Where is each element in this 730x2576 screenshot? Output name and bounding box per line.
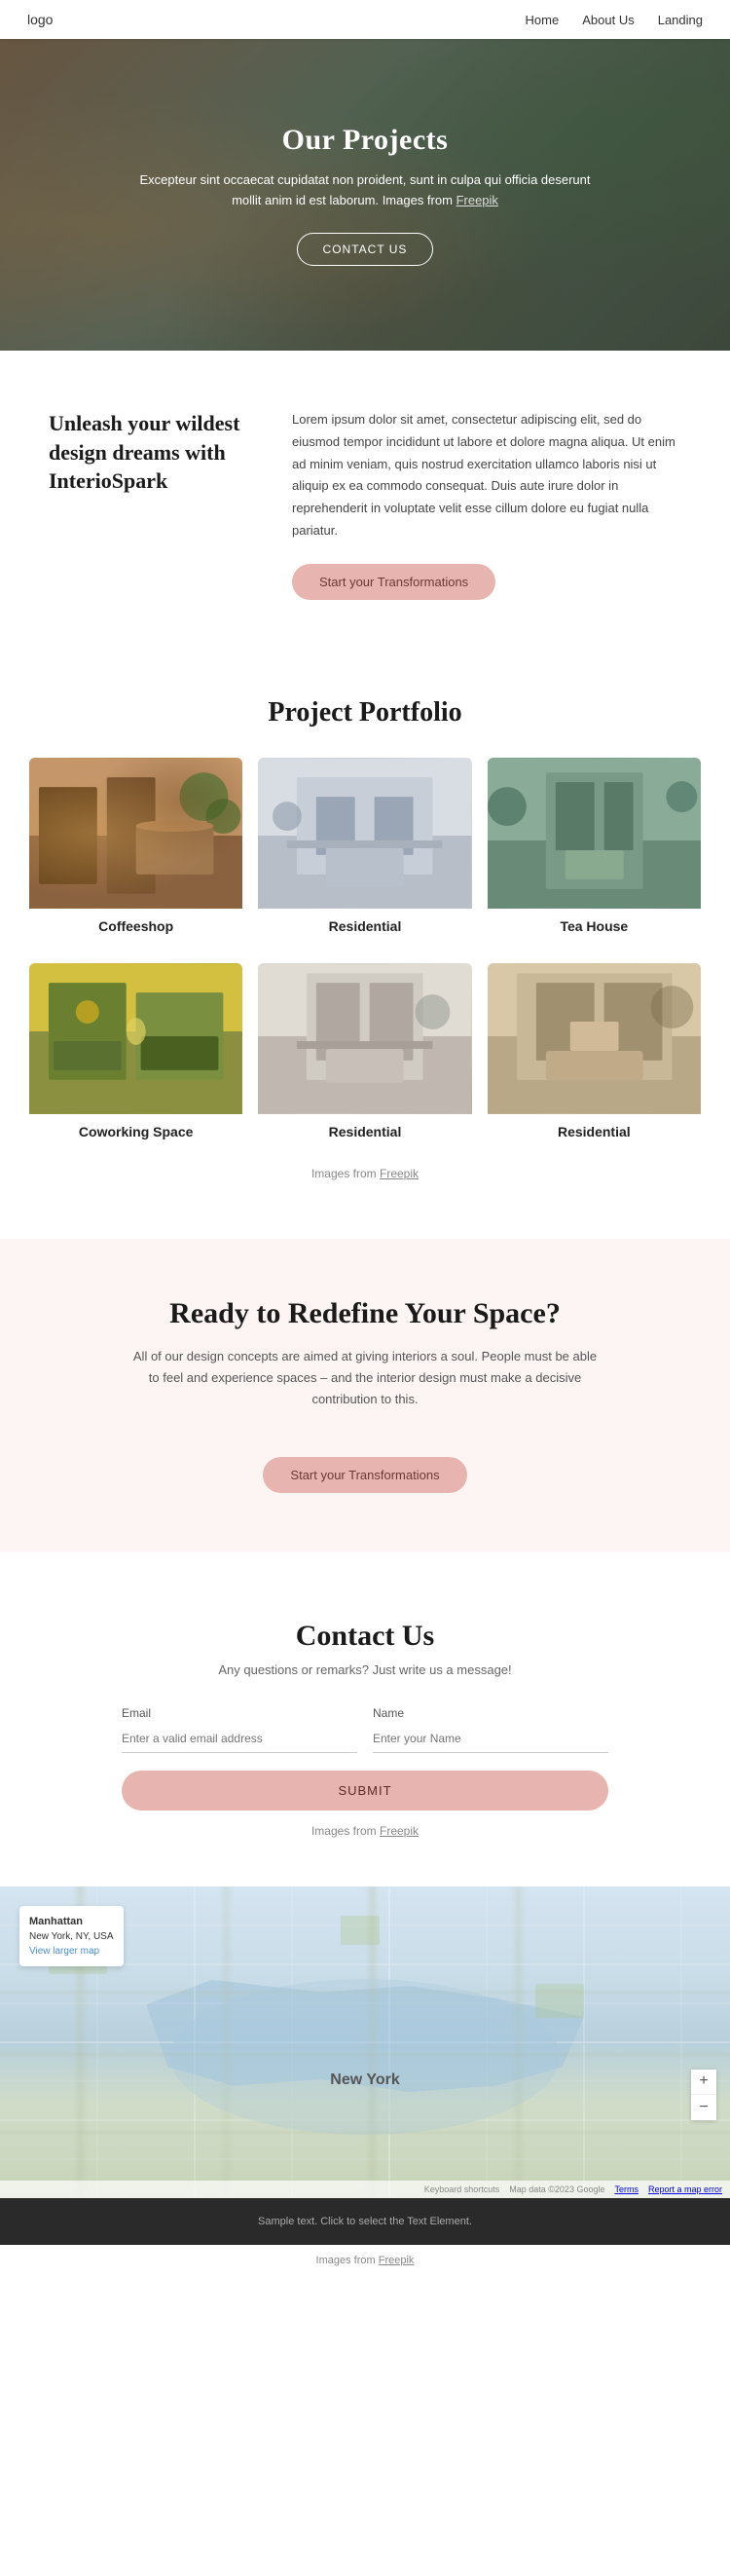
map-zoom-in[interactable]: + — [691, 2070, 716, 2095]
map-report-link[interactable]: Report a map error — [648, 2184, 722, 2194]
map-keyboard-shortcuts: Keyboard shortcuts — [424, 2184, 500, 2194]
name-label: Name — [373, 1706, 608, 1720]
portfolio-item-residential2: Residential — [258, 963, 471, 1153]
portfolio-img-residential3 — [488, 963, 701, 1114]
portfolio-section: Project Portfolio Coffeeshop — [0, 658, 730, 1229]
portfolio-img-teahouse — [488, 758, 701, 909]
contact-section: Contact Us Any questions or remarks? Jus… — [0, 1561, 730, 1886]
email-label: Email — [122, 1706, 357, 1720]
portfolio-item-residential3: Residential — [488, 963, 701, 1153]
portfolio-img-coffeeshop — [29, 758, 242, 909]
footer-sample-text[interactable]: Sample text. Click to select the Text El… — [27, 2216, 703, 2227]
logo: logo — [27, 12, 53, 27]
intro-heading: Unleash your wildest design dreams with … — [49, 409, 253, 496]
portfolio-label-residential2: Residential — [258, 1114, 471, 1153]
intro-left: Unleash your wildest design dreams with … — [49, 409, 253, 496]
intro-cta-button[interactable]: Start your Transformations — [292, 564, 495, 600]
portfolio-img-residential1 — [258, 758, 471, 909]
cta-button[interactable]: Start your Transformations — [263, 1457, 466, 1493]
intro-section: Unleash your wildest design dreams with … — [0, 351, 730, 658]
portfolio-label-residential3: Residential — [488, 1114, 701, 1153]
hero-content: Our Projects Excepteur sint occaecat cup… — [131, 124, 599, 266]
map-pin-title: Manhattan — [29, 1914, 114, 1930]
hero-description: Excepteur sint occaecat cupidatat non pr… — [131, 170, 599, 211]
name-input[interactable] — [373, 1725, 608, 1753]
map-terms-link[interactable]: Terms — [614, 2184, 639, 2194]
portfolio-label-teahouse: Tea House — [488, 909, 701, 948]
portfolio-item-coffeeshop: Coffeeshop — [29, 758, 242, 948]
map-background: Manhattan New York, NY, USA View larger … — [0, 1886, 730, 2198]
contact-freepik-link[interactable]: Freepik — [380, 1824, 419, 1838]
map-section: Manhattan New York, NY, USA View larger … — [0, 1886, 730, 2198]
map-pin: Manhattan New York, NY, USA View larger … — [19, 1906, 124, 1967]
nav-home[interactable]: Home — [526, 13, 560, 27]
form-group-name: Name — [373, 1706, 608, 1753]
nav-about[interactable]: About Us — [582, 13, 634, 27]
portfolio-label-coworking: Coworking Space — [29, 1114, 242, 1153]
hero-cta-button[interactable]: CONTACT US — [297, 233, 434, 266]
contact-form: Email Name SUBMIT — [122, 1706, 608, 1811]
map-zoom-controls: + − — [691, 2070, 716, 2120]
portfolio-img-residential2 — [258, 963, 471, 1114]
hero-section: Our Projects Excepteur sint occaecat cup… — [0, 39, 730, 351]
map-zoom-out[interactable]: − — [691, 2095, 716, 2120]
nav-links: Home About Us Landing — [526, 13, 703, 27]
footer-images: Images from Freepik — [0, 2245, 730, 2276]
email-input[interactable] — [122, 1725, 357, 1753]
form-row: Email Name — [122, 1706, 608, 1753]
footer-freepik-link[interactable]: Freepik — [379, 2255, 415, 2266]
cta-title: Ready to Redefine Your Space? — [78, 1297, 652, 1330]
portfolio-label-residential1: Residential — [258, 909, 471, 948]
portfolio-freepik-link[interactable]: Freepik — [380, 1167, 419, 1180]
portfolio-img-coworking — [29, 963, 242, 1114]
contact-subtitle: Any questions or remarks? Just write us … — [78, 1662, 652, 1677]
nav-landing[interactable]: Landing — [658, 13, 703, 27]
cta-section: Ready to Redefine Your Space? All of our… — [0, 1239, 730, 1551]
map-city-label: New York — [330, 2072, 399, 2089]
portfolio-title: Project Portfolio — [29, 697, 701, 728]
portfolio-item-coworking: Coworking Space — [29, 963, 242, 1153]
portfolio-label-coffeeshop: Coffeeshop — [29, 909, 242, 948]
contact-title: Contact Us — [78, 1620, 652, 1653]
submit-button[interactable]: SUBMIT — [122, 1771, 608, 1811]
intro-body: Lorem ipsum dolor sit amet, consectetur … — [292, 409, 681, 542]
map-data-info: Map data ©2023 Google — [509, 2184, 604, 2194]
footer: Sample text. Click to select the Text El… — [0, 2198, 730, 2245]
navbar: logo Home About Us Landing — [0, 0, 730, 39]
portfolio-grid: Coffeeshop Residential — [29, 758, 701, 1153]
contact-footer: Images from Freepik — [78, 1811, 652, 1857]
map-pin-address: New York, NY, USA — [29, 1929, 114, 1944]
map-larger-link[interactable]: View larger map — [29, 1946, 99, 1957]
portfolio-item-teahouse: Tea House — [488, 758, 701, 948]
map-bottom-bar: Keyboard shortcuts Map data ©2023 Google… — [0, 2181, 730, 2198]
intro-right: Lorem ipsum dolor sit amet, consectetur … — [292, 409, 681, 600]
hero-title: Our Projects — [131, 124, 599, 157]
hero-freepik-link[interactable]: Freepik — [456, 193, 498, 207]
portfolio-footer: Images from Freepik — [29, 1153, 701, 1210]
form-group-email: Email — [122, 1706, 357, 1753]
portfolio-item-residential1: Residential — [258, 758, 471, 948]
cta-description: All of our design concepts are aimed at … — [131, 1346, 599, 1410]
